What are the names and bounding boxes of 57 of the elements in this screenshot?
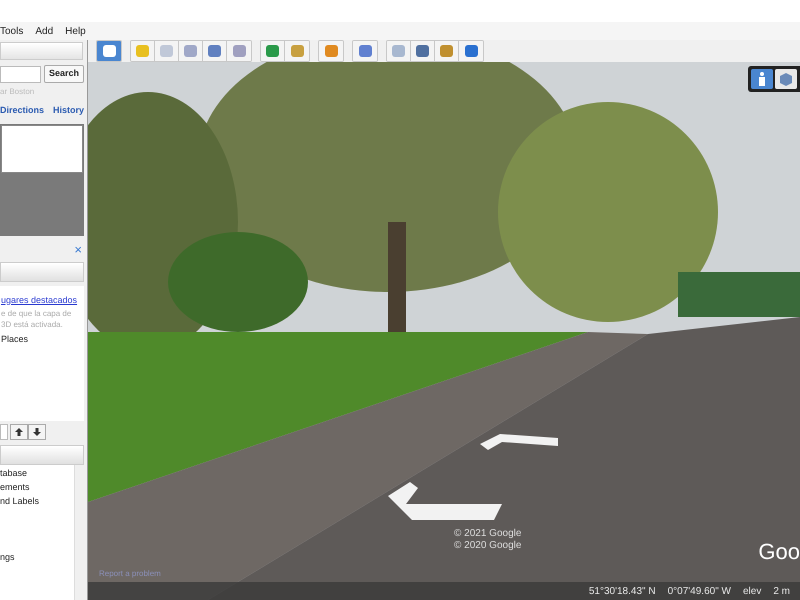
toolbar-button[interactable] xyxy=(261,41,285,61)
toolbar-icon xyxy=(358,45,372,57)
toolbar-icon xyxy=(290,45,304,57)
menu-item[interactable]: Help xyxy=(65,24,86,38)
layer-item[interactable]: tabase xyxy=(0,466,74,480)
toolbar-icon xyxy=(232,45,246,57)
menu-item[interactable]: Add xyxy=(35,24,54,38)
view-mode-button[interactable] xyxy=(751,69,773,89)
up-arrow-icon xyxy=(15,428,23,436)
layer-item[interactable]: nd Labels xyxy=(0,494,74,508)
toolbar-button[interactable] xyxy=(203,41,227,61)
toolbar-icon xyxy=(464,45,478,57)
cube-icon xyxy=(780,72,792,86)
toolbar-icon xyxy=(184,45,197,57)
menu-item[interactable]: Tools xyxy=(0,24,24,38)
navigation-arrow-icon[interactable] xyxy=(388,482,502,520)
toolbar-icon xyxy=(208,45,221,57)
input-field[interactable] xyxy=(0,42,83,60)
search-button[interactable]: Search xyxy=(44,65,84,83)
longitude-text: 0°07'49.60" W xyxy=(668,584,731,598)
toolbar-button[interactable] xyxy=(459,41,483,61)
search-field[interactable] xyxy=(0,66,41,82)
layer-item[interactable]: ements xyxy=(0,480,74,494)
order-field[interactable] xyxy=(0,424,8,440)
scrollbar[interactable] xyxy=(74,464,84,600)
navigation-arrow-icon[interactable] xyxy=(480,434,558,450)
places-item[interactable]: Places xyxy=(1,333,83,346)
close-button[interactable]: × xyxy=(74,243,82,256)
toolbar-button[interactable] xyxy=(179,41,203,61)
toolbar-icon xyxy=(266,45,279,57)
search-tab[interactable]: History xyxy=(52,104,84,118)
toolbar-icon xyxy=(160,45,173,57)
move-up-button[interactable] xyxy=(10,424,28,440)
toolbar-icon xyxy=(440,45,453,57)
toolbar-icon xyxy=(392,45,405,57)
toolbar-button[interactable] xyxy=(435,41,459,61)
toolbar-button[interactable] xyxy=(227,41,251,61)
person-icon xyxy=(758,72,766,86)
toolbar-icon xyxy=(136,45,149,57)
featured-places-link[interactable]: ugares destacados xyxy=(1,294,83,307)
move-down-button[interactable] xyxy=(28,424,46,440)
toolbar-icon xyxy=(102,45,116,57)
toolbar-button[interactable] xyxy=(285,41,309,61)
toolbar-icon xyxy=(416,45,429,57)
layer-item[interactable]: ngs xyxy=(0,550,74,564)
toolbar-icon xyxy=(324,45,338,57)
elevation-value: 2 m xyxy=(773,584,790,598)
toolbar-button[interactable] xyxy=(411,41,435,61)
down-arrow-icon xyxy=(33,428,41,436)
copyright-text: © 2021 Google xyxy=(454,528,522,540)
places-note: e de que la capa de 3D está activada. xyxy=(1,308,72,330)
latitude-text: 51°30'18.43" N xyxy=(588,584,656,598)
view-mode-button[interactable] xyxy=(775,69,797,89)
elevation-label: elev xyxy=(742,584,762,598)
map-logo: Goo xyxy=(758,541,800,563)
search-tab[interactable]: Directions xyxy=(0,104,44,118)
copyright-text: © 2020 Google xyxy=(454,540,522,552)
